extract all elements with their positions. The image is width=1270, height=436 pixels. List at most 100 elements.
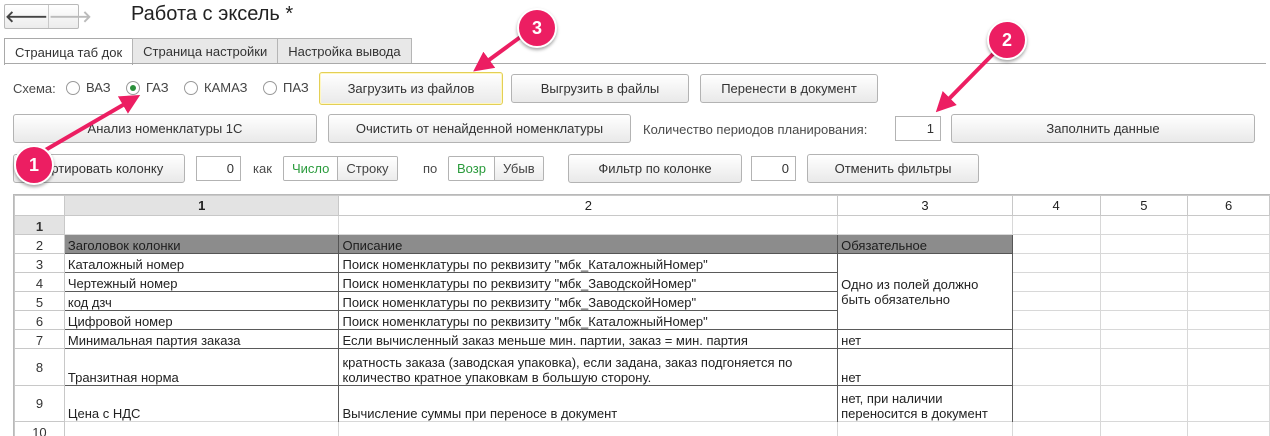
planning-periods-input[interactable]: 1	[895, 116, 941, 141]
cell[interactable]: нет	[837, 348, 1013, 386]
merged-cell[interactable]: Одно из полей должно быть обязательно	[837, 253, 1013, 330]
row-header[interactable]: 3	[14, 253, 65, 273]
cell[interactable]	[1099, 253, 1189, 273]
row-header[interactable]: 5	[14, 291, 65, 311]
cell[interactable]: нет, при наличии переносится в документ	[837, 385, 1013, 422]
column-header[interactable]: 4	[1011, 195, 1101, 216]
sort-descending-option[interactable]: Убыв	[493, 157, 543, 180]
load-from-files-button[interactable]: Загрузить из файлов	[319, 72, 503, 105]
cancel-filters-button[interactable]: Отменить фильтры	[807, 154, 979, 183]
cell[interactable]	[1099, 272, 1189, 292]
cell[interactable]: Вычисление суммы при переносе в документ	[338, 385, 839, 422]
cell[interactable]	[1187, 421, 1270, 436]
move-to-document-button[interactable]: Перенести в документ	[700, 74, 878, 103]
cell[interactable]	[63, 215, 340, 235]
cell[interactable]	[1187, 215, 1270, 235]
cell[interactable]	[837, 421, 1013, 436]
row-header[interactable]: 7	[14, 329, 65, 349]
cell[interactable]	[1011, 215, 1101, 235]
tab-table-page[interactable]: Страница таб док	[4, 38, 134, 65]
cell[interactable]: Если вычисленный заказ меньше мин. парти…	[338, 329, 839, 349]
tab-settings-page[interactable]: Страница настройки	[132, 38, 279, 64]
radio-vaz[interactable]: ВАЗ	[66, 80, 111, 95]
cell[interactable]: Поиск номенклатуры по реквизиту "мбк_Кат…	[338, 310, 839, 330]
cell[interactable]	[1011, 385, 1101, 422]
radio-paz[interactable]: ПАЗ	[263, 80, 309, 95]
cell[interactable]	[1011, 421, 1101, 436]
cell[interactable]	[1099, 348, 1189, 386]
cell[interactable]: Заголовок колонки	[63, 234, 340, 254]
cell[interactable]	[1099, 215, 1189, 235]
column-header[interactable]: 5	[1099, 195, 1189, 216]
column-header[interactable]: 1	[63, 195, 340, 216]
cell[interactable]	[1099, 329, 1189, 349]
annotation-badge-2: 2	[987, 20, 1027, 60]
row-header[interactable]: 4	[14, 272, 65, 292]
column-header[interactable]: 2	[338, 195, 839, 216]
sort-as-string-option[interactable]: Строку	[337, 157, 397, 180]
cell[interactable]	[1187, 310, 1270, 330]
cell[interactable]: Поиск номенклатуры по реквизиту "мбк_Зав…	[338, 291, 839, 311]
cell[interactable]: Описание	[338, 234, 839, 254]
radio-gaz[interactable]: ГАЗ	[126, 80, 169, 95]
cell[interactable]	[1187, 348, 1270, 386]
cell[interactable]: нет	[837, 329, 1013, 349]
cell[interactable]: Поиск номенклатуры по реквизиту "мбк_Зав…	[338, 272, 839, 292]
cell[interactable]: Транзитная норма	[63, 348, 340, 386]
cell[interactable]	[1187, 291, 1270, 311]
cell[interactable]	[1011, 272, 1101, 292]
row-header[interactable]: 9	[14, 385, 65, 422]
cell[interactable]	[338, 215, 839, 235]
cell[interactable]	[1011, 310, 1101, 330]
cell[interactable]: Обязательное	[837, 234, 1013, 254]
cell[interactable]	[1011, 329, 1101, 349]
cell[interactable]	[1099, 310, 1189, 330]
cell[interactable]	[1011, 253, 1101, 273]
cell[interactable]	[338, 421, 839, 436]
cell[interactable]	[1187, 234, 1270, 254]
forward-arrow-icon[interactable]: 🡒	[49, 5, 92, 28]
cell[interactable]	[837, 215, 1013, 235]
row-header[interactable]: 8	[14, 348, 65, 386]
cell[interactable]	[1187, 272, 1270, 292]
cell[interactable]	[1099, 421, 1189, 436]
fill-data-button[interactable]: Заполнить данные	[951, 114, 1255, 143]
cell[interactable]: Цифровой номер	[63, 310, 340, 330]
cell[interactable]	[63, 421, 340, 436]
cell[interactable]	[1187, 329, 1270, 349]
nomenclature-analysis-button[interactable]: Анализ номенклатуры 1С	[13, 114, 317, 143]
row-header[interactable]: 10	[14, 421, 65, 436]
cell[interactable]	[1011, 291, 1101, 311]
row-header[interactable]: 2	[14, 234, 65, 254]
row-header[interactable]: 6	[14, 310, 65, 330]
cell[interactable]: Минимальная партия заказа	[63, 329, 340, 349]
cell[interactable]: Чертежный номер	[63, 272, 340, 292]
column-header[interactable]: 3	[837, 195, 1013, 216]
column-header[interactable]: 6	[1187, 195, 1270, 216]
sort-column-number-input[interactable]: 0	[196, 156, 241, 181]
back-arrow-icon[interactable]: 🡐	[5, 5, 49, 28]
sort-ascending-option[interactable]: Возр	[449, 157, 494, 180]
sort-as-number-option[interactable]: Число	[284, 157, 338, 180]
corner-cell[interactable]	[14, 195, 65, 216]
cell[interactable]: кратность заказа (заводская упаковка), е…	[338, 348, 839, 386]
spreadsheet[interactable]: 1 2 3 4 5 6 1 2 Заголовок колонки Описан…	[13, 194, 1270, 436]
cell[interactable]	[1187, 253, 1270, 273]
cell[interactable]	[1011, 348, 1101, 386]
filter-column-number-input[interactable]: 0	[751, 156, 796, 181]
cell[interactable]	[1099, 234, 1189, 254]
cell[interactable]	[1011, 234, 1101, 254]
cell[interactable]: Каталожный номер	[63, 253, 340, 273]
row-header[interactable]: 1	[14, 215, 65, 235]
clear-not-found-button[interactable]: Очистить от ненайденной номенклатуры	[328, 114, 631, 143]
radio-kamaz[interactable]: КАМАЗ	[184, 80, 247, 95]
cell[interactable]	[1187, 385, 1270, 422]
tab-output-settings[interactable]: Настройка вывода	[277, 38, 412, 64]
filter-by-column-button[interactable]: Фильтр по колонке	[568, 154, 742, 183]
cell[interactable]	[1099, 385, 1189, 422]
export-to-files-button[interactable]: Выгрузить в файлы	[511, 74, 689, 103]
cell[interactable]: Цена с НДС	[63, 385, 340, 422]
cell[interactable]: код дзч	[63, 291, 340, 311]
cell[interactable]: Поиск номенклатуры по реквизиту "мбк_Кат…	[338, 253, 839, 273]
cell[interactable]	[1099, 291, 1189, 311]
